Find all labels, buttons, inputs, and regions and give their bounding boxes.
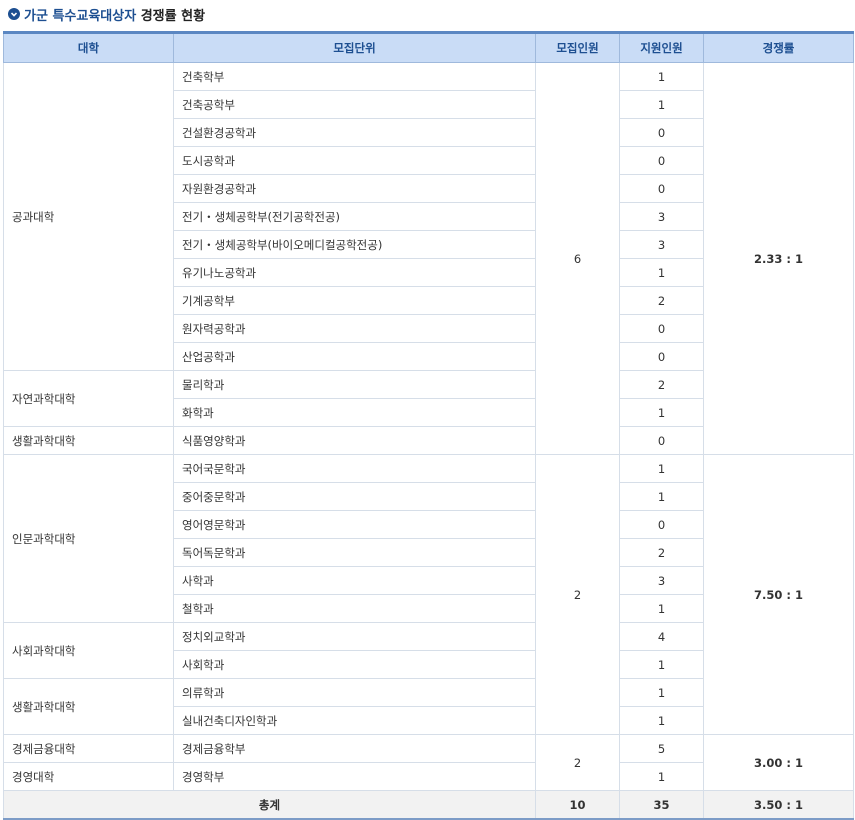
applicants-cell: 0	[619, 146, 704, 175]
unit-cell: 전기・생체공학부(바이오메디컬공학전공)	[173, 230, 536, 259]
ratio-cell: 7.50 : 1	[703, 454, 854, 735]
applicants-cell: 1	[619, 482, 704, 511]
unit-cell: 경영학부	[173, 762, 536, 791]
competition-table: 대학 모집단위 모집인원 지원인원 경쟁률 공과대학 건축학부 6 1 2.33…	[3, 31, 854, 820]
college-cell: 경영대학	[3, 762, 174, 791]
total-label: 총계	[3, 790, 536, 820]
header-college: 대학	[3, 31, 174, 63]
applicants-cell: 1	[619, 258, 704, 287]
applicants-cell: 2	[619, 370, 704, 399]
total-ratio: 3.50 : 1	[703, 790, 854, 820]
unit-cell: 산업공학과	[173, 342, 536, 371]
college-cell: 자연과학대학	[3, 370, 174, 427]
total-quota: 10	[535, 790, 620, 820]
applicants-cell: 4	[619, 622, 704, 651]
check-circle-icon	[8, 8, 20, 20]
unit-cell: 의류학과	[173, 678, 536, 707]
unit-cell: 사회학과	[173, 650, 536, 679]
unit-cell: 물리학과	[173, 370, 536, 399]
college-cell: 인문과학대학	[3, 454, 174, 623]
applicants-cell: 0	[619, 510, 704, 539]
applicants-cell: 1	[619, 762, 704, 791]
unit-cell: 정치외교학과	[173, 622, 536, 651]
unit-cell: 화학과	[173, 398, 536, 427]
unit-cell: 중어중문학과	[173, 482, 536, 511]
unit-cell: 독어독문학과	[173, 538, 536, 567]
college-cell: 공과대학	[3, 62, 174, 371]
unit-cell: 건설환경공학과	[173, 118, 536, 147]
applicants-cell: 0	[619, 118, 704, 147]
table-row: 경제금융대학 경제금융학부 2 5 3.00 : 1	[3, 734, 854, 791]
applicants-cell: 2	[619, 286, 704, 315]
applicants-cell: 3	[619, 566, 704, 595]
unit-cell: 기계공학부	[173, 286, 536, 315]
unit-cell: 영어영문학과	[173, 510, 536, 539]
unit-cell: 사학과	[173, 566, 536, 595]
applicants-cell: 3	[619, 230, 704, 259]
applicants-cell: 1	[619, 90, 704, 119]
college-cell: 사회과학대학	[3, 622, 174, 679]
quota-cell: 2	[535, 734, 620, 791]
applicants-cell: 2	[619, 538, 704, 567]
college-cell: 생활과학대학	[3, 426, 174, 455]
unit-cell: 국어국문학과	[173, 454, 536, 483]
section-title-text: 가군 특수교육대상자 경쟁률 현황	[24, 5, 205, 24]
table-row: 인문과학대학 국어국문학과 2 1 7.50 : 1	[3, 454, 854, 735]
total-applicants: 35	[619, 790, 704, 820]
ratio-cell: 3.00 : 1	[703, 734, 854, 791]
unit-cell: 원자력공학과	[173, 314, 536, 343]
applicants-cell: 1	[619, 706, 704, 735]
applicants-cell: 1	[619, 62, 704, 91]
header-ratio: 경쟁률	[703, 31, 854, 63]
unit-cell: 건축학부	[173, 62, 536, 91]
applicants-cell: 1	[619, 454, 704, 483]
table-row: 공과대학 건축학부 6 1 2.33 : 1	[3, 62, 854, 455]
header-applicants: 지원인원	[619, 31, 704, 63]
unit-cell: 자원환경공학과	[173, 174, 536, 203]
unit-cell: 경제금융학부	[173, 734, 536, 763]
total-row: 총계 10 35 3.50 : 1	[3, 790, 854, 820]
applicants-cell: 1	[619, 594, 704, 623]
unit-cell: 건축공학부	[173, 90, 536, 119]
unit-cell: 식품영양학과	[173, 426, 536, 455]
applicants-cell: 3	[619, 202, 704, 231]
applicants-cell: 1	[619, 398, 704, 427]
applicants-cell: 1	[619, 650, 704, 679]
unit-cell: 도시공학과	[173, 146, 536, 175]
section-title: 가군 특수교육대상자 경쟁률 현황	[8, 4, 205, 24]
title-rest: 경쟁률 현황	[140, 8, 206, 24]
ratio-cell: 2.33 : 1	[703, 62, 854, 455]
unit-cell: 전기・생체공학부(전기공학전공)	[173, 202, 536, 231]
college-cell: 경제금융대학	[3, 734, 174, 763]
unit-cell: 유기나노공학과	[173, 258, 536, 287]
header-unit: 모집단위	[173, 31, 536, 63]
applicants-cell: 1	[619, 678, 704, 707]
title-group: 가군 특수교육대상자	[24, 8, 137, 24]
applicants-cell: 0	[619, 342, 704, 371]
header-quota: 모집인원	[535, 31, 620, 63]
quota-cell: 2	[535, 454, 620, 735]
applicants-cell: 0	[619, 314, 704, 343]
applicants-cell: 5	[619, 734, 704, 763]
applicants-cell: 0	[619, 174, 704, 203]
unit-cell: 철학과	[173, 594, 536, 623]
applicants-cell: 0	[619, 426, 704, 455]
unit-cell: 실내건축디자인학과	[173, 706, 536, 735]
college-cell: 생활과학대학	[3, 678, 174, 735]
table-header-row: 대학 모집단위 모집인원 지원인원 경쟁률	[3, 31, 854, 63]
quota-cell: 6	[535, 62, 620, 455]
